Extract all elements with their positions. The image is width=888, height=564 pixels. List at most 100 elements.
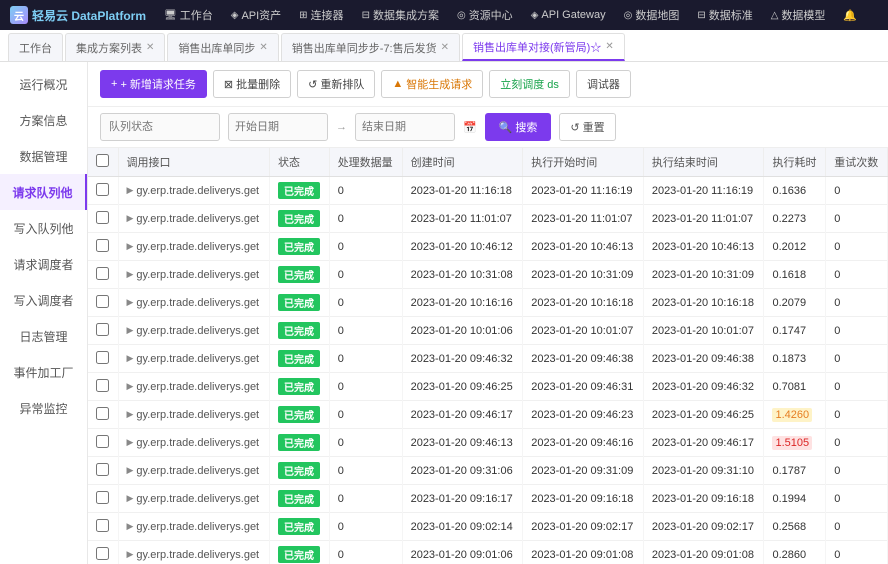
nav-data-map[interactable]: ◎ 数据地图 — [616, 0, 688, 30]
schedule-button[interactable]: 立刻调度 ds — [489, 70, 570, 98]
content-area: + + 新增请求任务 ⊠ 批量删除 ↺ 重新排队 ▲ 智能生成请求 立刻调度 d… — [88, 62, 888, 564]
row-iface: ▶ gy.erp.trade.deliverys.get — [118, 485, 269, 513]
duration-value: 0.7081 — [772, 381, 806, 393]
batch-delete-label: 批量删除 — [236, 76, 280, 92]
ai-generate-button[interactable]: ▲ 智能生成请求 — [381, 70, 483, 98]
row-checkbox-cell[interactable] — [88, 429, 118, 457]
end-date-input[interactable] — [355, 113, 455, 141]
row-checkbox[interactable] — [96, 463, 109, 476]
tab-solution-list[interactable]: 集成方案列表 ✕ — [65, 33, 165, 61]
row-checkbox[interactable] — [96, 491, 109, 504]
nav-notification[interactable]: 🔔 — [835, 0, 865, 30]
row-checkbox-cell[interactable] — [88, 289, 118, 317]
row-checkbox-cell[interactable] — [88, 513, 118, 541]
row-checkbox[interactable] — [96, 435, 109, 448]
queue-status-input[interactable] — [100, 113, 220, 141]
row-checkbox[interactable] — [96, 407, 109, 420]
header-count: 处理数据量 — [329, 148, 402, 177]
tab-solution-list-label: 集成方案列表 — [76, 40, 142, 56]
sidebar-item-log-mgmt[interactable]: 日志管理 — [0, 318, 87, 354]
debug-button[interactable]: 调试器 — [576, 70, 631, 98]
nav-api-assets[interactable]: ◈ API资产 — [223, 0, 289, 30]
row-created: 2023-01-20 09:16:17 — [402, 485, 523, 513]
tab-workbench-label: 工作台 — [19, 40, 52, 56]
row-duration: 0.1747 — [764, 317, 826, 345]
row-checkbox[interactable] — [96, 211, 109, 224]
sidebar-item-plan-info[interactable]: 方案信息 — [0, 102, 87, 138]
row-count: 0 — [329, 457, 402, 485]
duration-value: 0.2079 — [772, 297, 806, 309]
row-checkbox[interactable] — [96, 351, 109, 364]
tab-new-management-label: 销售出库单对接(新管局)☆ — [473, 39, 601, 55]
iface-name: gy.erp.trade.deliverys.get — [136, 269, 259, 281]
row-checkbox[interactable] — [96, 519, 109, 532]
sidebar-item-write-queue[interactable]: 写入队列他 — [0, 210, 87, 246]
tab-sync-step7[interactable]: 销售出库单同步步-7:售后发货 ✕ — [281, 33, 460, 61]
sidebar-item-exception-monitor[interactable]: 异常监控 — [0, 390, 87, 426]
row-iface: ▶ gy.erp.trade.deliverys.get — [118, 289, 269, 317]
sidebar-item-request-scheduler[interactable]: 请求调度者 — [0, 246, 87, 282]
row-checkbox[interactable] — [96, 547, 109, 560]
nav-datamap-label: 数据地图 — [635, 7, 679, 23]
row-checkbox-cell[interactable] — [88, 485, 118, 513]
requeue-label: 重新排队 — [320, 76, 364, 92]
nav-api-gateway[interactable]: ◈ API Gateway — [523, 0, 614, 30]
close-icon[interactable]: ✕ — [259, 42, 267, 53]
row-checkbox[interactable] — [96, 267, 109, 280]
start-date-input[interactable] — [228, 113, 328, 141]
row-checkbox-cell[interactable] — [88, 541, 118, 564]
nav-workbench[interactable]: 🖥 工作台 — [156, 0, 221, 30]
close-icon[interactable]: ✕ — [605, 41, 613, 52]
row-checkbox-cell[interactable] — [88, 317, 118, 345]
header-checkbox[interactable] — [88, 148, 118, 177]
batch-delete-button[interactable]: ⊠ 批量删除 — [213, 70, 291, 98]
nav-data-standard[interactable]: ⊟ 数据标准 — [689, 0, 760, 30]
nav-data-integration[interactable]: ⊟ 数据集成方案 — [354, 0, 447, 30]
row-checkbox-cell[interactable] — [88, 261, 118, 289]
sidebar-item-data-management[interactable]: 数据管理 — [0, 138, 87, 174]
row-checkbox[interactable] — [96, 379, 109, 392]
select-all-checkbox[interactable] — [96, 154, 109, 167]
arrow-icon: ▶ — [127, 269, 134, 280]
row-checkbox[interactable] — [96, 239, 109, 252]
row-count: 0 — [329, 261, 402, 289]
reset-label: 重置 — [583, 119, 605, 135]
tab-new-management[interactable]: 销售出库单对接(新管局)☆ ✕ — [462, 33, 625, 61]
arrow-icon: ▶ — [127, 521, 134, 532]
row-checkbox[interactable] — [96, 183, 109, 196]
row-status: 已完成 — [269, 457, 329, 485]
row-checkbox-cell[interactable] — [88, 373, 118, 401]
sidebar-item-overview[interactable]: 运行概况 — [0, 66, 87, 102]
integration-icon: ⊟ — [362, 10, 370, 21]
table-container: 调用接口 状态 处理数据量 创建时间 执行开始时间 执行结束时间 执行耗时 重试… — [88, 148, 888, 564]
row-start: 2023-01-20 09:16:18 — [523, 485, 644, 513]
row-checkbox[interactable] — [96, 295, 109, 308]
tab-sync[interactable]: 销售出库单同步 ✕ — [167, 33, 278, 61]
row-checkbox-cell[interactable] — [88, 457, 118, 485]
sidebar-item-event-factory[interactable]: 事件加工厂 — [0, 354, 87, 390]
duration-value: 1.5105 — [772, 436, 812, 450]
iface-name: gy.erp.trade.deliverys.get — [136, 353, 259, 365]
row-checkbox-cell[interactable] — [88, 177, 118, 205]
add-request-button[interactable]: + + 新增请求任务 — [100, 70, 207, 98]
close-icon[interactable]: ✕ — [441, 42, 449, 53]
duration-value: 0.2273 — [772, 213, 806, 225]
search-button[interactable]: 🔍 搜索 — [485, 113, 552, 141]
row-checkbox-cell[interactable] — [88, 401, 118, 429]
sidebar-log-mgmt-label: 日志管理 — [19, 328, 67, 345]
row-count: 0 — [329, 485, 402, 513]
requeue-button[interactable]: ↺ 重新排队 — [297, 70, 375, 98]
reset-button[interactable]: ↺ 重置 — [559, 113, 615, 141]
row-start: 2023-01-20 09:02:17 — [523, 513, 644, 541]
close-icon[interactable]: ✕ — [146, 42, 154, 53]
row-checkbox-cell[interactable] — [88, 205, 118, 233]
row-checkbox-cell[interactable] — [88, 233, 118, 261]
row-checkbox-cell[interactable] — [88, 345, 118, 373]
row-checkbox[interactable] — [96, 323, 109, 336]
nav-resource[interactable]: ◎ 资源中心 — [449, 0, 521, 30]
tab-workbench[interactable]: 工作台 — [8, 33, 63, 61]
sidebar-item-write-scheduler[interactable]: 写入调度者 — [0, 282, 87, 318]
nav-connector[interactable]: ⊞ 连接器 — [291, 0, 351, 30]
nav-data-model[interactable]: △ 数据模型 — [763, 0, 834, 30]
sidebar-item-request-queue[interactable]: 请求队列他 — [0, 174, 87, 210]
